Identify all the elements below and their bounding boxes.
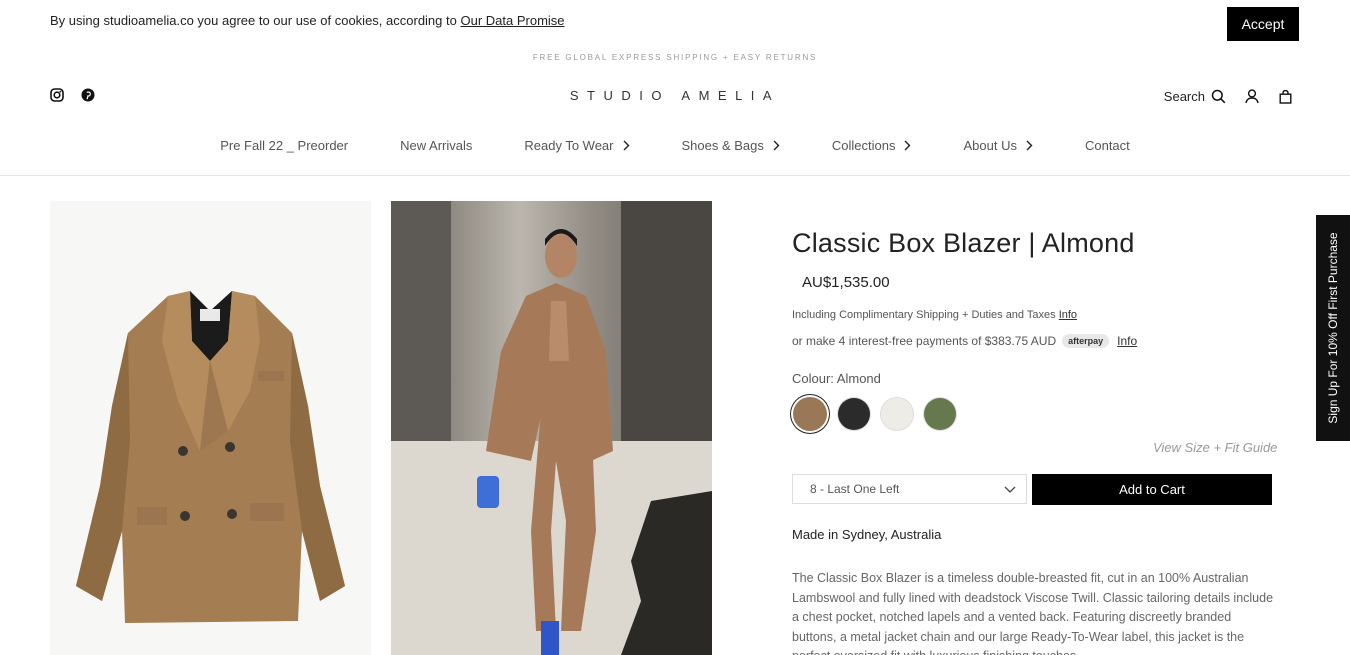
header-tools: Search bbox=[1164, 89, 1292, 104]
size-selected-value: 8 - Last One Left bbox=[810, 482, 900, 496]
shipping-note: Including Complimentary Shipping + Dutie… bbox=[792, 309, 1077, 321]
search-icon[interactable] bbox=[1211, 89, 1226, 104]
nav-item-about-us[interactable]: About Us bbox=[963, 138, 1033, 153]
nav-item-contact[interactable]: Contact bbox=[1085, 138, 1130, 153]
nav-label: Pre Fall 22 _ Preorder bbox=[220, 138, 349, 153]
colour-label: Colour: Almond bbox=[792, 371, 881, 386]
nav-label: About Us bbox=[963, 138, 1017, 153]
colour-swatches bbox=[792, 397, 956, 431]
main-nav: Pre Fall 22 _ Preorder New Arrivals Read… bbox=[0, 138, 1350, 153]
swatch-ivory[interactable] bbox=[881, 398, 913, 430]
nav-label: Contact bbox=[1084, 138, 1130, 153]
nav-item-ready-to-wear[interactable]: Ready To Wear bbox=[524, 138, 629, 153]
nav-label: Shoes & Bags bbox=[681, 138, 764, 153]
brand-logo[interactable]: STUDIO AMELIA bbox=[0, 88, 1350, 103]
header-divider bbox=[0, 175, 1350, 176]
nav-item-collections[interactable]: Collections bbox=[832, 138, 912, 153]
shipping-info-link[interactable]: Info bbox=[1059, 309, 1077, 321]
swatch-almond[interactable] bbox=[793, 397, 827, 431]
nav-label: Ready To Wear bbox=[524, 138, 614, 153]
nav-item-new-arrivals[interactable]: New Arrivals bbox=[400, 138, 472, 153]
afterpay-text: or make 4 interest-free payments of $383… bbox=[792, 334, 1057, 348]
signup-discount-label: Sign Up For 10% Off First Purchase bbox=[1326, 232, 1340, 424]
nav-item-pre-fall[interactable]: Pre Fall 22 _ Preorder bbox=[220, 138, 348, 153]
bag-icon[interactable] bbox=[1279, 89, 1292, 104]
made-in-label: Made in Sydney, Australia bbox=[792, 527, 942, 542]
chevron-right-icon bbox=[1026, 140, 1033, 151]
nav-item-shoes-bags[interactable]: Shoes & Bags bbox=[682, 138, 780, 153]
shipping-promo: FREE GLOBAL EXPRESS SHIPPING + EASY RETU… bbox=[532, 53, 818, 62]
product-price: AU$1,535.00 bbox=[802, 274, 890, 291]
chevron-right-icon bbox=[904, 140, 911, 151]
data-promise-link[interactable]: Our Data Promise bbox=[460, 13, 564, 28]
swatch-black[interactable] bbox=[838, 398, 870, 430]
chevron-right-icon bbox=[773, 140, 780, 151]
chevron-right-icon bbox=[623, 140, 629, 151]
afterpay-logo: afterpay bbox=[1062, 334, 1110, 348]
nav-label: Collections bbox=[831, 138, 896, 153]
cookie-message: By using studioamelia.co you agree to ou… bbox=[50, 13, 457, 28]
shipping-text: Including Complimentary Shipping + Dutie… bbox=[792, 309, 1056, 321]
product-image-flat[interactable] bbox=[50, 201, 371, 655]
cookie-banner: By using studioamelia.co you agree to ou… bbox=[0, 0, 1350, 44]
add-to-cart-button[interactable]: Add to Cart bbox=[1032, 474, 1272, 505]
signup-discount-tab[interactable]: Sign Up For 10% Off First Purchase bbox=[1316, 215, 1350, 441]
product-description: The Classic Box Blazer is a timeless dou… bbox=[792, 571, 1274, 655]
product-title: Classic Box Blazer | Almond bbox=[792, 228, 1135, 258]
chevron-down-icon bbox=[1004, 486, 1016, 493]
afterpay-note: or make 4 interest-free payments of $383… bbox=[792, 334, 1137, 348]
search-label[interactable]: Search bbox=[1164, 89, 1205, 104]
accept-cookies-button[interactable]: Accept bbox=[1227, 7, 1299, 41]
size-select[interactable]: 8 - Last One Left bbox=[792, 474, 1027, 504]
account-icon[interactable] bbox=[1245, 89, 1259, 104]
product-image-model[interactable] bbox=[391, 201, 712, 655]
swatch-olive[interactable] bbox=[924, 398, 956, 430]
nav-label: New Arrivals bbox=[400, 138, 473, 153]
cookie-text: By using studioamelia.co you agree to ou… bbox=[50, 13, 565, 28]
afterpay-info-link[interactable]: Info bbox=[1117, 334, 1137, 348]
size-fit-guide-link[interactable]: View Size + Fit Guide bbox=[1153, 440, 1277, 455]
